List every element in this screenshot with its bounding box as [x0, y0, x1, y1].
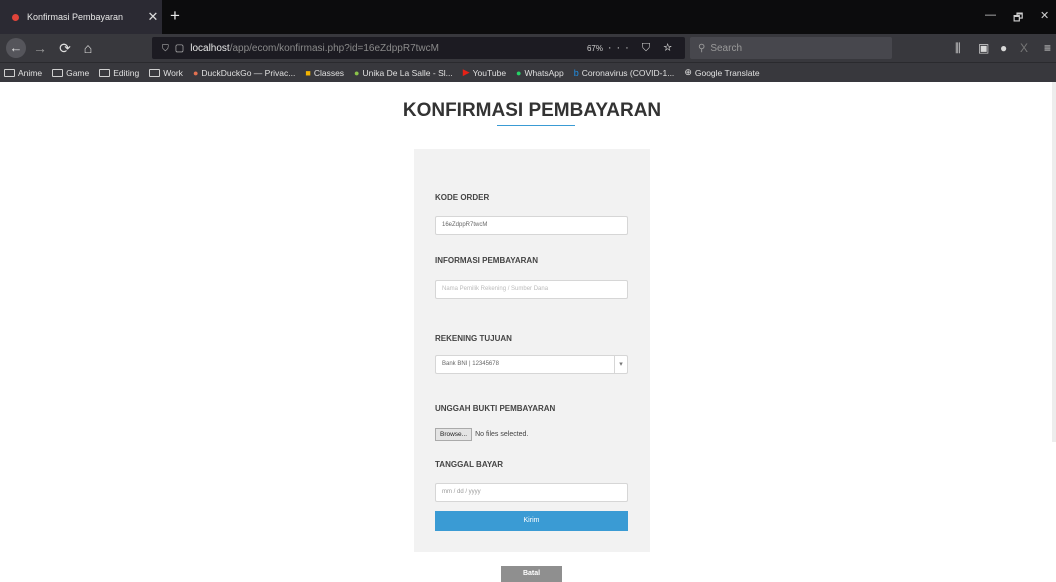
folder-icon — [4, 68, 15, 77]
informasi-pembayaran-label: INFORMASI PEMBAYARAN — [435, 256, 538, 265]
youtube-icon: ▶ — [462, 67, 470, 77]
minimize-icon[interactable]: — — [985, 9, 996, 21]
kode-order-field[interactable]: 16eZdppR7twcM — [435, 216, 628, 235]
search-bar[interactable]: ⚲ Search — [690, 37, 892, 59]
new-tab-button[interactable]: + — [166, 6, 184, 26]
rekening-tujuan-select[interactable]: Bank BNI | 12345678 ▾ — [435, 355, 628, 374]
bookmark-whatsapp[interactable]: ● WhatsApp — [516, 68, 564, 78]
bookmark-google-translate[interactable]: ⊕ Google Translate — [684, 67, 759, 78]
payment-form: KODE ORDER 16eZdppR7twcM INFORMASI PEMBA… — [414, 149, 650, 552]
bookmark-duckduckgo[interactable]: ● DuckDuckGo — Privac... — [193, 68, 295, 78]
title-underline — [497, 125, 575, 126]
sidebar-icon[interactable]: ▣ — [978, 38, 989, 58]
forward-icon[interactable]: → — [33, 38, 47, 58]
kirim-button[interactable]: Kirim — [435, 511, 628, 531]
bookmark-classes[interactable]: ■ Classes — [305, 68, 344, 78]
page-info-icon[interactable]: ▢ — [175, 43, 184, 54]
favicon-icon — [12, 13, 19, 21]
extension-icon[interactable]: X — [1020, 38, 1028, 58]
chevron-down-icon: ▾ — [614, 356, 627, 373]
zoom-level[interactable]: 67% — [587, 44, 603, 53]
unggah-bukti-label: UNGGAH BUKTI PEMBAYARAN — [435, 404, 556, 413]
library-icon[interactable]: ⫼ — [955, 38, 961, 58]
shield-icon[interactable]: ⛉ — [162, 43, 169, 54]
folder-icon — [149, 68, 161, 77]
restore-icon[interactable]: 🗗 — [1013, 9, 1023, 28]
bookmark-anime[interactable]: Anime — [4, 68, 42, 78]
folder-icon — [99, 68, 111, 77]
bing-icon: b — [573, 67, 579, 78]
rekening-tujuan-value: Bank BNI | 12345678 — [442, 361, 499, 367]
reload-icon[interactable]: ⟳ — [57, 38, 73, 58]
navigation-bar: ← → ⟳ ⌂ ⛉ ▢ localhost/app/ecom/konfirmas… — [0, 34, 1056, 62]
folder-icon — [52, 68, 64, 77]
bookmark-youtube[interactable]: ▶ YouTube — [463, 67, 506, 78]
bookmarks-toolbar: Anime Game Editing Work ● DuckDuckGo — Pr… — [0, 62, 1056, 82]
globe-icon: ⊕ — [684, 67, 692, 77]
informasi-pembayaran-input[interactable]: Nama Pemilik Rekening / Sumber Dana — [435, 280, 628, 299]
url-bar[interactable]: ⛉ ▢ localhost/app/ecom/konfirmasi.php?id… — [152, 37, 685, 59]
bookmark-coronavirus[interactable]: b Coronavirus (COVID-1... — [574, 68, 675, 78]
search-icon: ⚲ — [698, 42, 706, 54]
file-status: No files selected. — [475, 431, 529, 438]
tanggal-bayar-input[interactable]: mm / dd / yyyy — [435, 483, 628, 502]
bookmark-unika[interactable]: ● Unika De La Salle - Sl... — [354, 68, 453, 78]
tab-bar: Konfirmasi Pembayaran ✕ + — 🗗 ✕ — [0, 0, 1056, 34]
whatsapp-icon: ● — [516, 67, 522, 78]
batal-button[interactable]: Batal — [501, 566, 562, 582]
home-icon[interactable]: ⌂ — [80, 38, 96, 58]
tab-konfirmasi[interactable]: Konfirmasi Pembayaran ✕ — [0, 0, 162, 34]
search-placeholder: Search — [710, 42, 743, 54]
bookmark-game[interactable]: Game — [52, 68, 89, 78]
tab-title: Konfirmasi Pembayaran — [27, 12, 124, 22]
url-path: /app/ecom/konfirmasi.php?id=16eZdppR7twc… — [229, 42, 439, 54]
scrollbar[interactable] — [1052, 82, 1056, 442]
unika-icon: ● — [354, 67, 360, 78]
tanggal-bayar-label: TANGGAL BAYAR — [435, 460, 504, 469]
back-icon[interactable]: ← — [6, 38, 26, 58]
close-tab-icon[interactable]: ✕ — [144, 9, 162, 25]
kode-order-label: KODE ORDER — [435, 193, 490, 202]
page-content: KONFIRMASI PEMBAYARAN KODE ORDER 16eZdpp… — [0, 82, 1056, 582]
menu-icon[interactable]: ≡ — [1044, 38, 1051, 58]
bookmark-editing[interactable]: Editing — [99, 68, 139, 78]
rekening-tujuan-label: REKENING TUJUAN — [435, 334, 512, 343]
page-actions-icon[interactable]: ··· ⛉ ☆ — [608, 42, 677, 55]
account-icon[interactable]: ● — [1000, 38, 1007, 58]
url-host: localhost — [190, 42, 230, 54]
file-upload: Browse... No files selected. — [435, 428, 528, 441]
classroom-icon: ■ — [305, 67, 311, 78]
duckduckgo-icon: ● — [192, 67, 199, 78]
window-close-icon[interactable]: ✕ — [1040, 9, 1049, 22]
browse-button[interactable]: Browse... — [435, 428, 473, 441]
bookmark-work[interactable]: Work — [149, 68, 183, 78]
page-title: KONFIRMASI PEMBAYARAN — [402, 100, 662, 121]
